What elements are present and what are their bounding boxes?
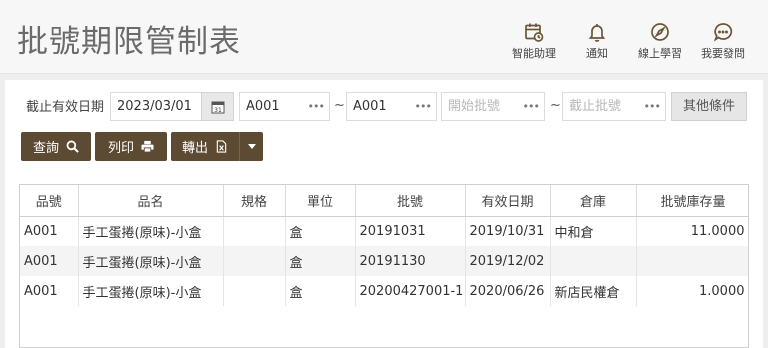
print-button[interactable]: 列印 — [95, 132, 167, 161]
column-header-unit[interactable]: 單位 — [285, 185, 356, 217]
svg-text:31: 31 — [214, 107, 222, 114]
app-header: 批號期限管制表 智能助理 通知 線上學習 我要發問 — [0, 0, 768, 74]
nav-online-learning[interactable]: 線上學習 — [628, 18, 692, 61]
item-from-input[interactable]: A001 ••• — [239, 92, 330, 121]
cell-spec — [223, 216, 286, 246]
column-header-warehouse[interactable]: 倉庫 — [550, 185, 637, 217]
search-icon — [66, 140, 79, 153]
lookup-dots-icon[interactable]: ••• — [523, 93, 540, 120]
column-header-batch-no[interactable]: 批號 — [355, 185, 466, 217]
nav-label: 我要發問 — [701, 47, 745, 60]
nav-smart-assistant[interactable]: 智能助理 — [502, 18, 566, 61]
lookup-dots-icon[interactable]: ••• — [415, 93, 432, 120]
cell-item-code: A001 — [20, 246, 79, 276]
cell-expiry-date: 2019/12/02 — [465, 246, 551, 276]
batch-start-input[interactable]: 開始批號 ••• — [441, 92, 545, 121]
cell-spec — [223, 246, 286, 276]
cell-spec — [223, 276, 286, 306]
calendar-button[interactable]: 31 — [201, 92, 234, 121]
bell-icon — [588, 24, 606, 42]
column-header-expiry-date[interactable]: 有效日期 — [465, 185, 551, 217]
printer-icon — [141, 140, 154, 153]
nav-label: 線上學習 — [638, 47, 682, 60]
excel-file-icon — [216, 140, 227, 153]
nav-notifications[interactable]: 通知 — [565, 18, 629, 61]
column-header-item-name[interactable]: 品名 — [78, 185, 224, 217]
caret-down-icon — [247, 144, 256, 149]
cell-item-code: A001 — [20, 216, 79, 246]
expiry-date-label: 截止有效日期 — [26, 100, 105, 115]
batch-start-placeholder: 開始批號 — [448, 99, 501, 114]
range-separator: ~ — [550, 98, 561, 113]
range-separator: ~ — [334, 98, 345, 113]
cell-batch-stock: 1.0000 — [636, 276, 748, 306]
item-from-value: A001 — [246, 99, 280, 114]
cell-warehouse: 新店民權倉 — [550, 276, 637, 306]
cell-item-name: 手工蛋捲(原味)-小盒 — [78, 216, 224, 246]
cell-batch-stock: 11.0000 — [636, 216, 748, 246]
batch-end-placeholder: 截止批號 — [569, 99, 622, 114]
column-header-item-code[interactable]: 品號 — [20, 185, 79, 217]
table-header-row: 品號 品名 規格 單位 批號 有效日期 倉庫 批號庫存量 — [20, 185, 748, 217]
lookup-dots-icon[interactable]: ••• — [308, 93, 325, 120]
nav-label: 智能助理 — [512, 47, 556, 60]
cell-batch-no: 20191031 — [355, 216, 466, 246]
cell-batch-no: 20191130 — [355, 246, 466, 276]
cell-item-code: A001 — [20, 276, 79, 306]
compass-icon — [651, 23, 669, 41]
cell-warehouse — [550, 246, 637, 276]
calendar-clock-icon — [525, 23, 544, 42]
more-conditions-button[interactable]: 其他條件 — [671, 92, 747, 121]
item-to-input[interactable]: A001 ••• — [346, 92, 437, 121]
table-row[interactable]: A001 手工蛋捲(原味)-小盒 盒 20191031 2019/10/31 中… — [20, 216, 748, 246]
cell-item-name: 手工蛋捲(原味)-小盒 — [78, 276, 224, 306]
cell-unit: 盒 — [285, 246, 356, 276]
cell-item-name: 手工蛋捲(原味)-小盒 — [78, 246, 224, 276]
calendar-icon: 31 — [211, 101, 224, 114]
column-header-batch-stock[interactable]: 批號庫存量 — [636, 185, 748, 217]
batch-end-input[interactable]: 截止批號 ••• — [562, 92, 666, 121]
export-label: 轉出 — [182, 141, 209, 156]
cell-batch-no: 20200427001-1 — [355, 276, 466, 306]
table-row[interactable]: A001 手工蛋捲(原味)-小盒 盒 20191130 2019/12/02 — [20, 246, 748, 276]
expiry-date-value: 2023/03/01 — [117, 99, 192, 114]
page-title: 批號期限管制表 — [17, 24, 241, 60]
column-header-spec[interactable]: 規格 — [223, 185, 286, 217]
query-label: 查詢 — [32, 141, 59, 156]
batch-table: 品號 品名 規格 單位 批號 有效日期 倉庫 批號庫存量 A001 手工蛋捲(原… — [19, 184, 749, 348]
export-dropdown-toggle[interactable] — [239, 132, 263, 161]
cell-expiry-date: 2019/10/31 — [465, 216, 551, 246]
cell-unit: 盒 — [285, 216, 356, 246]
expiry-date-input[interactable]: 2023/03/01 — [110, 92, 202, 121]
nav-ask-question[interactable]: 我要發問 — [691, 18, 755, 61]
print-label: 列印 — [107, 141, 134, 156]
export-main[interactable]: 轉出 — [171, 137, 239, 156]
item-to-value: A001 — [353, 99, 387, 114]
cell-batch-stock — [636, 246, 748, 276]
cell-warehouse: 中和倉 — [550, 216, 637, 246]
cell-unit: 盒 — [285, 276, 356, 306]
nav-label: 通知 — [586, 47, 608, 60]
lookup-dots-icon[interactable]: ••• — [644, 93, 661, 120]
cell-expiry-date: 2020/06/26 — [465, 276, 551, 306]
export-button[interactable]: 轉出 — [171, 132, 263, 161]
table-row[interactable]: A001 手工蛋捲(原味)-小盒 盒 20200427001-1 2020/06… — [20, 276, 748, 306]
query-button[interactable]: 查詢 — [21, 132, 91, 161]
chat-bubble-icon — [713, 23, 733, 42]
